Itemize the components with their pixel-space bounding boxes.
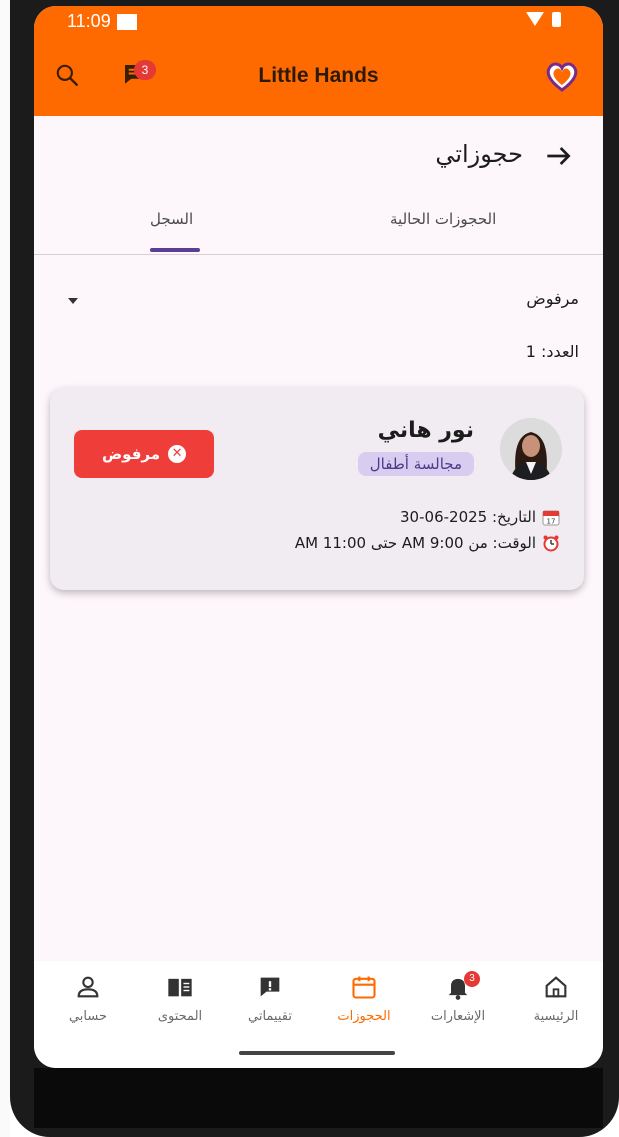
service-tag: مجالسة أطفال [357,452,474,476]
heart-logo-icon [546,62,578,92]
nav-label: حسابي [68,1009,108,1024]
nav-label: الإشعارات [430,1009,486,1024]
booking-date: التاريخ: 2025-06-30 [400,508,536,526]
back-arrow-icon[interactable] [542,140,574,172]
chevron-down-icon[interactable] [68,298,78,304]
status-badge: ✕ مرفوض [74,430,214,478]
results-count: العدد: 1 [525,342,579,361]
device-edge [0,0,10,1137]
close-circle-icon: ✕ [168,445,187,463]
app-bar: 11:09 3 Little Hands [34,6,603,116]
home-indicator[interactable] [239,1051,395,1055]
date-line: 17 التاريخ: 2025-06-30 [400,508,560,526]
tab-bar: الحجوزات الحالية السجل [34,196,603,255]
status-filter-dropdown[interactable]: مرفوض [526,289,579,308]
app-title: Little Hands [258,64,379,87]
review-icon [260,977,280,997]
book-icon [168,978,192,997]
booking-card[interactable]: نور هاني مجالسة أطفال ✕ مرفوض 17 التاريخ… [50,388,584,590]
app-screen: 11:09 3 Little Hands حجوزاتي الحجوزات ال… [34,6,603,1068]
caregiver-name: نور هاني [377,418,474,443]
page-title: حجوزاتي [435,140,523,168]
alarm-clock-icon [543,535,559,552]
bottom-nav: الرئيسية 3 الإشعارات الحجوزات تقييماتي ا… [34,961,603,1068]
nav-notifications[interactable]: 3 الإشعارات [418,971,498,1024]
nav-label: الرئيسية [533,1009,579,1024]
home-icon [545,976,567,998]
calendar-icon: 17 [542,510,560,526]
nav-reviews[interactable]: تقييماتي [230,973,310,1024]
booking-time: الوقت: من 9:00 AM حتى 11:00 AM [294,534,536,552]
nav-label: المحتوى [157,1009,203,1024]
calendar-icon [352,976,376,999]
status-notification-icon [117,14,137,30]
time-line: الوقت: من 9:00 AM حتى 11:00 AM [295,534,560,552]
notification-badge: 3 [464,971,480,987]
device-bezel [34,1068,603,1128]
tab-history[interactable]: السجل [150,210,193,228]
nav-bookings[interactable]: الحجوزات [324,973,404,1024]
avatar [500,418,562,480]
status-label: مرفوض [101,445,161,463]
person-icon [77,976,99,998]
status-time: 11:09 [67,11,111,31]
wifi-icon [526,12,544,26]
nav-account[interactable]: حسابي [48,973,128,1024]
svg-text:17: 17 [547,518,556,526]
tab-indicator [150,248,200,252]
tab-current-bookings[interactable]: الحجوزات الحالية [390,210,496,228]
nav-label: الحجوزات [337,1009,391,1024]
nav-content[interactable]: المحتوى [140,973,220,1024]
nav-home[interactable]: الرئيسية [516,973,596,1024]
nav-label: تقييماتي [248,1009,292,1024]
battery-icon [552,12,561,27]
